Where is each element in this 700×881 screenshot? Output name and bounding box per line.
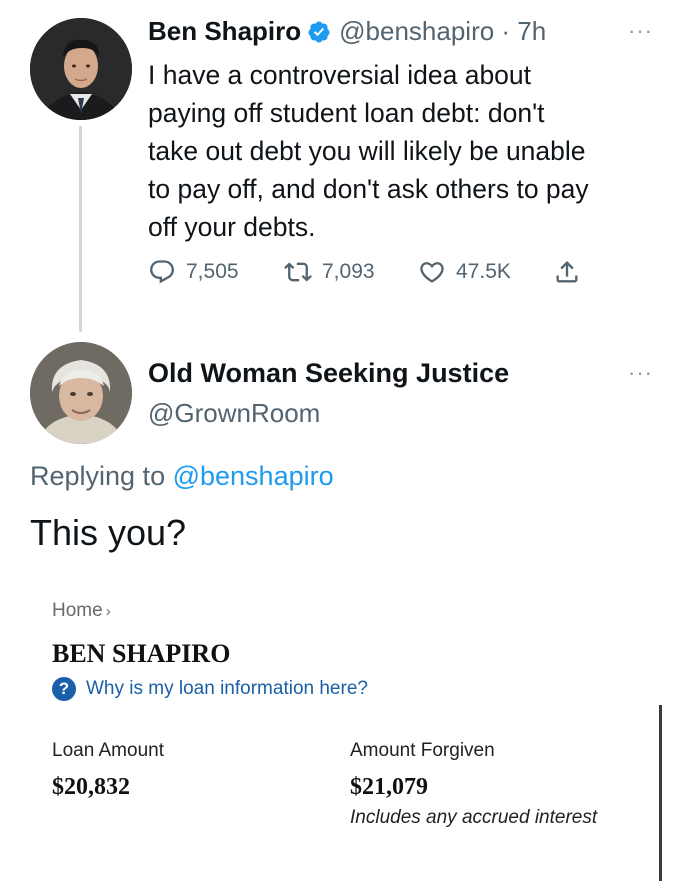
replying-to-label: Replying to: [30, 461, 173, 491]
reply-button[interactable]: 7,505: [148, 258, 284, 286]
avatar-old-woman[interactable]: [30, 342, 132, 444]
amount-forgiven-label: Amount Forgiven: [350, 740, 495, 761]
more-icon[interactable]: ···: [628, 360, 653, 386]
avatar-ben-shapiro[interactable]: [30, 18, 132, 120]
reply-count: 7,505: [186, 260, 239, 283]
chevron-right-icon: ›: [105, 603, 111, 620]
help-link-label[interactable]: Why is my loan information here?: [86, 678, 368, 700]
retweet-icon: [284, 262, 312, 282]
tweet2-text: This you?: [30, 512, 187, 553]
replying-to-mention[interactable]: @benshapiro: [173, 461, 334, 491]
like-button[interactable]: 47.5K: [418, 258, 553, 286]
thread-connector-line: [79, 126, 82, 332]
like-count: 47.5K: [456, 260, 511, 283]
tweet1-display-name[interactable]: Ben Shapiro: [148, 16, 301, 47]
breadcrumb: Home ›: [52, 600, 111, 622]
verified-badge-icon: [308, 21, 330, 42]
breadcrumb-home-link[interactable]: Home: [52, 600, 103, 621]
retweet-count: 7,093: [322, 260, 375, 283]
replying-to-line: Replying to @benshapiro: [30, 461, 334, 492]
help-icon: ?: [52, 677, 76, 701]
loan-amount-value: $20,832: [52, 774, 130, 800]
scrollbar[interactable]: [659, 705, 662, 881]
like-icon: [420, 262, 444, 283]
share-button[interactable]: [553, 258, 581, 286]
share-icon: [556, 261, 578, 283]
loan-amount-label: Loan Amount: [52, 740, 164, 761]
retweet-button[interactable]: 7,093: [284, 258, 418, 286]
tweet1-header: Ben Shapiro @benshapiro · 7h: [148, 16, 546, 47]
tweet1-text: I have a controversial idea about paying…: [148, 60, 589, 242]
more-icon[interactable]: ···: [628, 18, 653, 44]
reply-icon: [150, 260, 174, 284]
page-title: BEN SHAPIRO: [52, 639, 231, 668]
help-link[interactable]: ? Why is my loan information here?: [52, 677, 368, 701]
amount-forgiven-value: $21,079: [350, 774, 428, 800]
tweet1-handle-time[interactable]: @benshapiro · 7h: [339, 16, 546, 47]
tweet2-handle[interactable]: @GrownRoom: [148, 398, 320, 429]
forgiven-note: Includes any accrued interest: [350, 807, 598, 828]
tweet1-action-bar: 7,505 7,093 47.5K: [148, 258, 581, 286]
tweet2-display-name[interactable]: Old Woman Seeking Justice: [148, 358, 509, 389]
